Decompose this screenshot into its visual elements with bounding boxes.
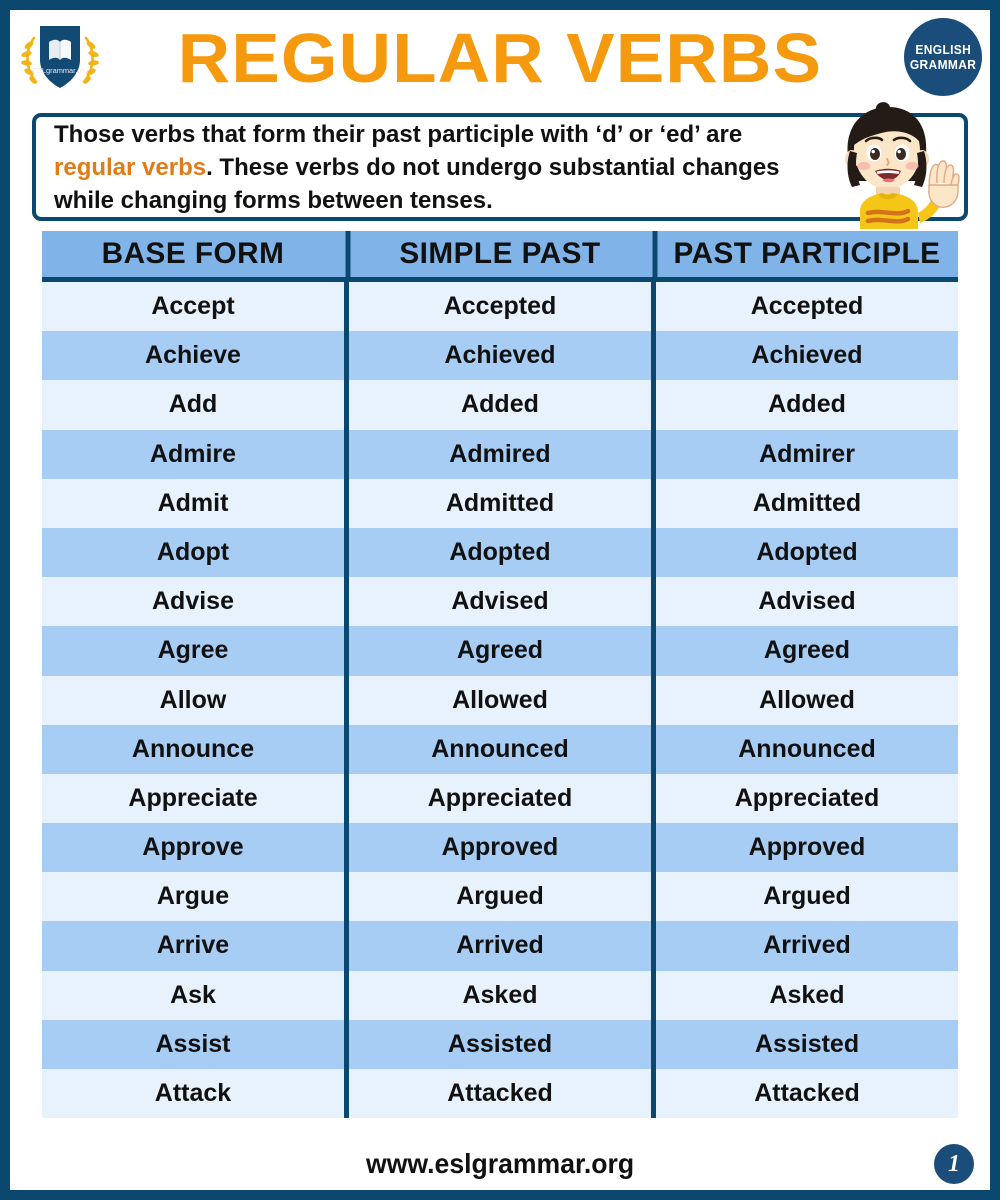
table-header-row: BASE FORM SIMPLE PAST PAST PARTICIPLE <box>42 231 958 282</box>
page-title: REGULAR VERBS <box>177 18 823 97</box>
cell-base-form: Agree <box>157 636 229 665</box>
cell-past-participle: Approved <box>651 823 958 873</box>
cell-base-form: Admit <box>157 488 229 517</box>
cell-past-participle: Asked <box>651 970 958 1020</box>
column-header-past-participle: PAST PARTICIPLE <box>652 231 957 277</box>
cell-simple-past: Added <box>344 380 651 430</box>
cell-base-form: Advise <box>152 587 234 616</box>
table-row: Ask Asked Asked <box>42 970 958 1020</box>
table-row: Assist Assisted Assisted <box>42 1019 958 1069</box>
cell-base-form: Adopt <box>156 537 230 566</box>
badge-line-1: ENGLISH <box>915 42 971 57</box>
cell-past-participle: Arrived <box>651 921 958 971</box>
cell-past-participle: Argued <box>651 872 958 922</box>
cell-past-participle: Accepted <box>651 282 958 332</box>
table-row: Attack Attacked Attacked <box>42 1069 958 1119</box>
cell-base-form: Achieve <box>145 341 241 370</box>
cell-simple-past: Arrived <box>344 921 651 971</box>
table-row: Add Added Added <box>42 380 958 430</box>
verbs-table: BASE FORM SIMPLE PAST PAST PARTICIPLE Ac… <box>42 231 958 1119</box>
table-row: Adopt Adopted Adopted <box>42 527 958 578</box>
cell-past-participle: Allowed <box>651 675 958 725</box>
cell-simple-past: Argued <box>344 872 651 922</box>
cell-simple-past: Accepted <box>344 282 651 332</box>
table-row: Advise Advised Advised <box>42 577 958 627</box>
badge-line-2: GRAMMAR <box>909 57 977 72</box>
cell-simple-past: Admired <box>344 429 651 479</box>
cell-past-participle: Assisted <box>651 1019 958 1069</box>
column-header-simple-past: SIMPLE PAST <box>345 231 650 277</box>
cell-past-participle: Advised <box>651 577 958 627</box>
table-row: Agree Agreed Agreed <box>42 626 958 676</box>
table-row: Approve Approved Approved <box>42 823 958 873</box>
table-row: Announce Announced Announced <box>42 724 958 774</box>
poster-header: ESLgrammar.org REGULAR VERBS ENGLISH GRA… <box>10 10 990 105</box>
cell-base-form: Assist <box>155 1029 231 1058</box>
cell-simple-past: Appreciated <box>344 773 651 824</box>
website-url[interactable]: www.eslgrammar.org <box>366 1148 634 1180</box>
cell-simple-past: Admitted <box>344 478 651 528</box>
cell-past-participle: Announced <box>651 724 958 774</box>
table-row: Admit Admitted Admitted <box>42 478 958 528</box>
cell-simple-past: Approved <box>344 823 651 873</box>
cell-simple-past: Agreed <box>344 626 651 676</box>
definition-section: Those verbs that form their past partici… <box>32 102 968 229</box>
poster-footer: www.eslgrammar.org 1 <box>10 1138 990 1190</box>
cell-past-participle: Adopted <box>651 527 958 578</box>
cell-base-form: Admire <box>149 439 237 468</box>
cell-base-form: Accept <box>151 292 235 320</box>
cell-base-form: Allow <box>159 685 227 714</box>
cell-simple-past: Adopted <box>344 527 651 578</box>
definition-text: Those verbs that form their past partici… <box>54 118 814 217</box>
cell-past-participle: Agreed <box>651 626 958 676</box>
definition-highlight: regular verbs <box>54 153 207 181</box>
definition-part-1: Those verbs that form their past partici… <box>54 120 743 148</box>
cell-base-form: Attack <box>154 1079 232 1107</box>
cell-simple-past: Allowed <box>344 675 651 725</box>
cell-base-form: Appreciate <box>128 783 258 812</box>
cell-base-form: Add <box>168 390 218 419</box>
cell-past-participle: Added <box>651 380 958 430</box>
cell-base-form: Announce <box>131 734 255 763</box>
svg-text:ESLgrammar.org: ESLgrammar.org <box>32 66 88 75</box>
cell-simple-past: Announced <box>344 724 651 774</box>
cell-base-form: Ask <box>170 980 216 1009</box>
cell-base-form: Argue <box>156 882 230 911</box>
cell-past-participle: Achieved <box>651 331 958 381</box>
cell-simple-past: Asked <box>344 970 651 1020</box>
poster: ESLgrammar.org REGULAR VERBS ENGLISH GRA… <box>0 0 1000 1200</box>
table-row: Appreciate Appreciated Appreciated <box>42 773 958 824</box>
eslgrammar-shield-logo: ESLgrammar.org <box>18 16 102 100</box>
cell-base-form: Approve <box>142 833 244 862</box>
cell-simple-past: Achieved <box>344 331 651 381</box>
cell-past-participle: Attacked <box>651 1069 958 1119</box>
table-row: Arrive Arrived Arrived <box>42 921 958 971</box>
cell-past-participle: Admitted <box>651 478 958 528</box>
table-row: Admire Admired Admirer <box>42 429 958 479</box>
cell-simple-past: Assisted <box>344 1019 651 1069</box>
table-row: Accept Accepted Accepted <box>42 282 958 332</box>
cell-simple-past: Attacked <box>344 1069 651 1119</box>
cell-past-participle: Appreciated <box>651 773 958 824</box>
column-header-base-form: BASE FORM <box>101 237 285 270</box>
table-row: Achieve Achieved Achieved <box>42 331 958 381</box>
page-number-badge: 1 <box>934 1144 974 1184</box>
table-row: Allow Allowed Allowed <box>42 675 958 725</box>
cell-past-participle: Admirer <box>651 429 958 479</box>
english-grammar-badge: ENGLISH GRAMMAR <box>904 18 982 96</box>
definition-box: Those verbs that form their past partici… <box>32 113 968 221</box>
cell-base-form: Arrive <box>156 931 230 960</box>
table-row: Argue Argued Argued <box>42 872 958 922</box>
cell-simple-past: Advised <box>344 577 651 627</box>
